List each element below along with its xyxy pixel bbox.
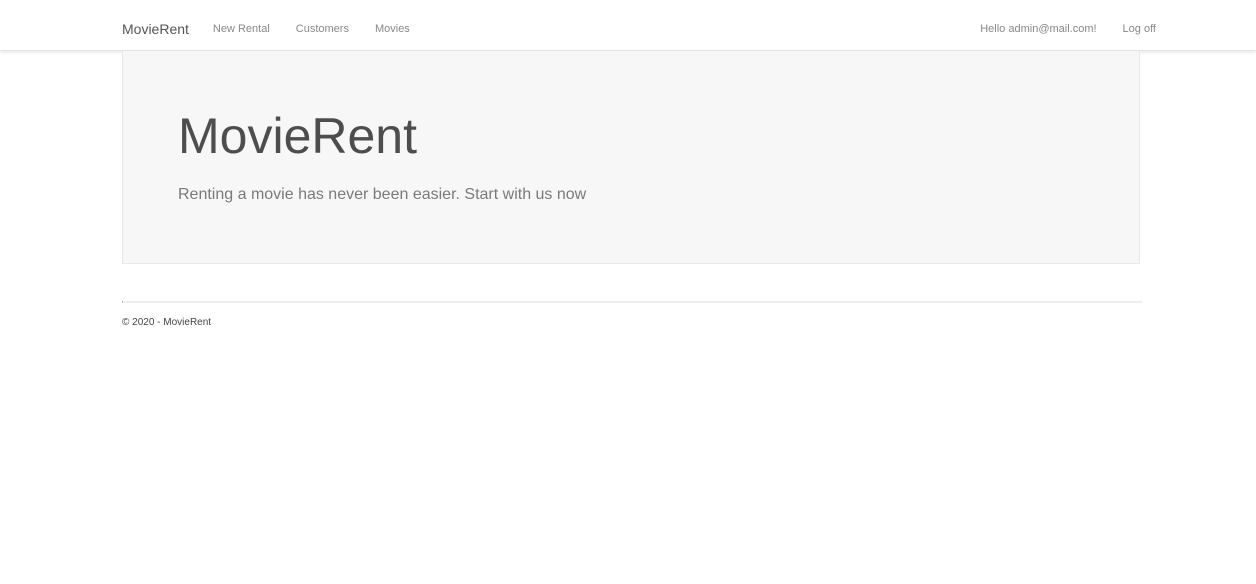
footer-copyright: © 2020 - MovieRent — [122, 317, 212, 328]
user-greeting-link[interactable]: Hello admin@mail.com! — [980, 23, 1096, 35]
brand-link[interactable]: MovieRent — [122, 21, 189, 37]
top-navbar: MovieRent New Rental Customers Movies He… — [0, 8, 1256, 51]
jumbotron-title: MovieRent — [178, 108, 417, 164]
footer-divider — [122, 301, 1142, 303]
nav-link-customers[interactable]: Customers — [296, 23, 349, 35]
page: MovieRent New Rental Customers Movies He… — [0, 0, 1256, 584]
nav-link-movies[interactable]: Movies — [375, 23, 410, 35]
log-off-link[interactable]: Log off — [1123, 23, 1156, 35]
jumbotron-lead: Renting a movie has never been easier. S… — [178, 186, 587, 203]
jumbotron: MovieRent Renting a movie has never been… — [122, 51, 1140, 264]
nav-right: Hello admin@mail.com! Log off — [954, 23, 1156, 35]
nav-left: MovieRent New Rental Customers Movies — [122, 21, 436, 37]
navbar-inner: MovieRent New Rental Customers Movies He… — [122, 8, 1156, 50]
nav-link-new-rental[interactable]: New Rental — [213, 23, 270, 35]
